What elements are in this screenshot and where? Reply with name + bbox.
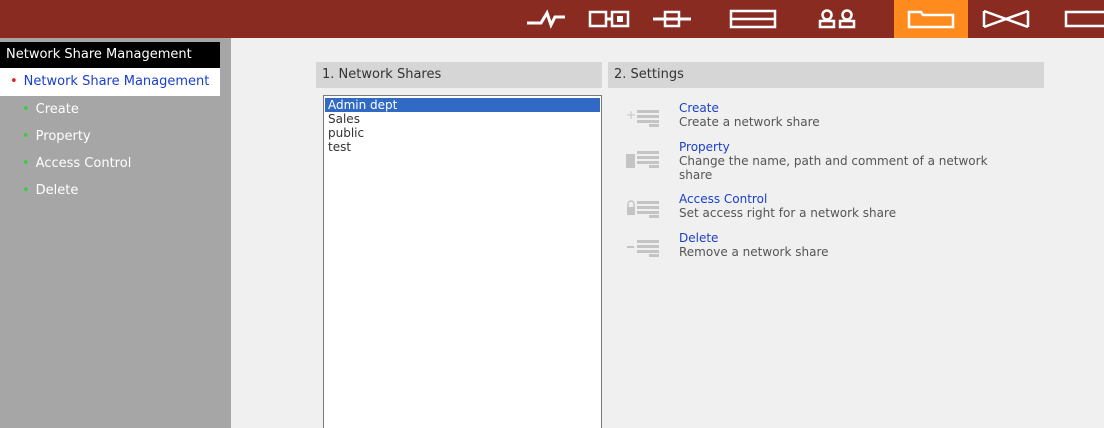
property-share-icon — [626, 151, 659, 168]
svg-text:+: + — [626, 108, 636, 122]
create-link[interactable]: Create — [679, 101, 719, 115]
sidebar-item-label: Access Control — [35, 156, 132, 171]
list-item[interactable]: test — [325, 140, 600, 154]
sidebar-title: Network Share Management — [0, 42, 220, 68]
delete-link[interactable]: Delete — [679, 231, 718, 245]
property-link[interactable]: Property — [679, 140, 730, 154]
connections-icon[interactable] — [641, 0, 703, 38]
sidebar-item-create[interactable]: • Create — [22, 100, 79, 120]
sidebar: Network Share Management • Network Share … — [0, 38, 231, 428]
network-icon[interactable] — [515, 0, 577, 38]
bullet-icon: • — [22, 156, 30, 171]
ports-icon[interactable] — [578, 0, 640, 38]
list-item[interactable]: public — [325, 126, 600, 140]
bullet-icon: • — [22, 183, 30, 198]
network-share-list[interactable]: Admin dept Sales public test — [323, 95, 602, 428]
sidebar-item-access-control[interactable]: • Access Control — [22, 154, 131, 174]
delete-description: Remove a network share — [679, 245, 829, 259]
bullet-icon: • — [22, 129, 30, 144]
create-share-icon: + — [626, 108, 659, 127]
sidebar-item-label: Property — [35, 129, 91, 144]
sidebar-item-property[interactable]: • Property — [22, 127, 91, 147]
storage-icon[interactable] — [722, 0, 784, 38]
setting-delete: Delete Remove a network share — [625, 231, 1045, 265]
list-item[interactable]: Admin dept — [325, 98, 600, 112]
access-control-description: Set access right for a network share — [679, 206, 897, 220]
bullet-icon: • — [22, 102, 30, 117]
mail-icon[interactable] — [975, 0, 1037, 38]
network-shares-header: 1. Network Shares — [316, 62, 602, 88]
settings-header: 2. Settings — [608, 62, 1044, 88]
sidebar-item-delete[interactable]: • Delete — [22, 181, 78, 201]
sidebar-item-label: Delete — [35, 183, 79, 198]
setting-create: + Create Create a network share — [625, 101, 1045, 135]
users-icon[interactable] — [806, 0, 868, 38]
sidebar-item-label: Network Share Management — [23, 74, 210, 89]
access-control-link[interactable]: Access Control — [679, 192, 767, 206]
network-share-folder-icon[interactable] — [894, 0, 968, 38]
bullet-icon: • — [10, 74, 18, 89]
sidebar-item-label: Create — [35, 102, 79, 117]
top-navigation-bar — [0, 0, 1104, 38]
setting-property: Property Change the name, path and comme… — [625, 140, 1045, 186]
list-item[interactable]: Sales — [325, 112, 600, 126]
setting-access-control: Access Control Set access right for a ne… — [625, 192, 1045, 226]
property-description: Change the name, path and comment of a n… — [679, 154, 988, 182]
more-icon[interactable] — [1058, 0, 1104, 38]
delete-share-icon — [627, 240, 659, 257]
sidebar-item-network-share-management[interactable]: • Network Share Management — [0, 68, 220, 96]
create-description: Create a network share — [679, 115, 820, 129]
access-control-share-icon — [627, 200, 659, 218]
